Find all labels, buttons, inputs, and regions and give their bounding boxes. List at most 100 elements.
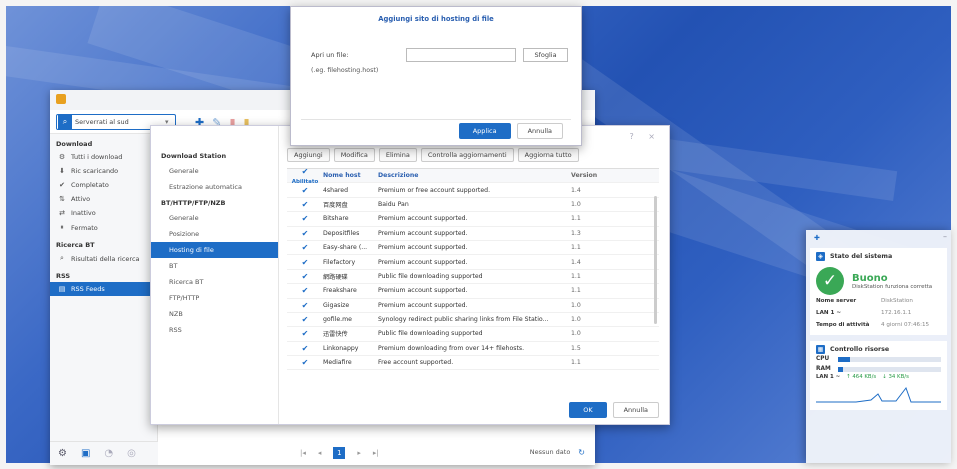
edit-button[interactable]: Modifica [333, 148, 375, 162]
nav-item-bt-general[interactable]: Generale [151, 210, 278, 226]
nav-item-rss[interactable]: RSS [151, 322, 278, 338]
enabled-checkbox[interactable]: ✔ [287, 315, 323, 324]
enabled-checkbox[interactable]: ✔ [287, 243, 323, 252]
dialog-controls[interactable]: ? × [630, 132, 662, 141]
downloading-icon: ⬇ [59, 167, 65, 175]
add-button[interactable]: Aggiungi [287, 148, 330, 162]
table-row[interactable]: ✔ Depositfiles Premium account supported. 1… [287, 227, 659, 241]
table-row[interactable]: ✔ Mediafire Free account supported. 1.1 [287, 356, 659, 371]
hosting-toolbar: Aggiungi Modifica Elimina Controlla aggi… [287, 148, 659, 162]
host-description: Premium account supported. [378, 258, 468, 266]
enabled-checkbox[interactable]: ✔ [287, 329, 323, 338]
enabled-checkbox[interactable]: ✔ [287, 301, 323, 310]
column-version[interactable]: Version [563, 172, 613, 179]
lan-label: LAN 1 ~ [816, 374, 841, 380]
host-version: 1.3 [571, 229, 581, 237]
search-icon[interactable]: ⌕ [58, 115, 72, 129]
rss-icon: ▤ [58, 285, 66, 293]
file-path-input[interactable] [406, 48, 516, 62]
sidebar-item-stopped[interactable]: ⏸ Fermato [50, 220, 157, 235]
nav-item-ftp-http[interactable]: FTP/HTTP [151, 290, 278, 306]
enabled-checkbox[interactable]: ✔ [287, 200, 323, 209]
table-row[interactable]: ✔ gofile.me Synology redirect public shari… [287, 313, 659, 328]
table-row[interactable]: ✔ Gigasize Premium account supported. 1.0 [287, 299, 659, 313]
speed-limit-icon[interactable]: ◔ [104, 448, 113, 459]
update-all-button[interactable]: Aggiorna tutto [517, 148, 579, 162]
table-row[interactable]: ✔ 迅雷快传 Public file downloading supported 1.… [287, 327, 659, 342]
widget-topbar: ✚ – [806, 230, 951, 248]
sidebar-item-label: Ric scaricando [71, 167, 119, 175]
browse-button[interactable]: Sfoglia [523, 48, 568, 62]
pagination: |◂ ◂ 1 ▸ ▸| [300, 447, 379, 459]
host-description: Synology redirect public sharing links f… [378, 316, 549, 324]
sidebar-item-inactive[interactable]: ⇄ Inattivo [50, 206, 157, 220]
column-description[interactable]: Descrizione [378, 172, 563, 179]
sidebar-item-active[interactable]: ⇅ Attivo [50, 192, 157, 206]
host-version: 1.1 [571, 215, 581, 223]
host-description: Premium account supported. [378, 244, 468, 252]
prev-page-icon[interactable]: ◂ [318, 449, 322, 457]
download-station-logo-icon [56, 94, 66, 104]
table-row[interactable]: ✔ 網路硬碟 Public file downloading supported 1.… [287, 270, 659, 285]
apply-button[interactable]: Applica [458, 123, 511, 139]
enabled-checkbox[interactable]: ✔ [287, 358, 323, 367]
host-name: gofile.me [323, 316, 352, 324]
sidebar-header-download: Download [56, 140, 93, 148]
delete-button[interactable]: Elimina [378, 148, 417, 162]
nav-header-download-station: Download Station [161, 152, 227, 160]
cancel-button[interactable]: Annulla [612, 402, 659, 418]
enabled-checkbox[interactable]: ✔ [287, 229, 323, 238]
hint-text: (.eg. filehosting.host) [311, 67, 379, 74]
sidebar-item-label: RSS Feeds [71, 285, 105, 293]
nav-item-file-hosting[interactable]: Hosting di file [151, 242, 278, 258]
host-version: 1.0 [571, 316, 581, 324]
check-updates-button[interactable]: Controlla aggiornamenti [420, 148, 514, 162]
table-row[interactable]: ✔ Bitshare Premium account supported. 1.1 [287, 212, 659, 227]
table-row[interactable]: ✔ 4shared Premium or free account supporte… [287, 183, 659, 198]
pin-icon[interactable]: ✚ [814, 234, 820, 242]
table-row[interactable]: ✔ Linkonappy Premium downloading from over… [287, 342, 659, 357]
cancel-button[interactable]: Annulla [516, 123, 563, 139]
table-row[interactable]: ✔ 百度网盘 Baidu Pan 1.0 [287, 198, 659, 213]
ok-button[interactable]: OK [569, 402, 607, 418]
table-row[interactable]: ✔ Filefactory Premium account supported. 1.… [287, 255, 659, 270]
host-version: 1.0 [571, 200, 581, 208]
nav-item-location[interactable]: Posizione [151, 226, 278, 242]
enabled-checkbox[interactable]: ✔ [287, 344, 323, 353]
sidebar-item-search-results[interactable]: ⌕ Risultati della ricerca [50, 251, 157, 266]
sidebar-item-rss-feeds[interactable]: ▤ RSS Feeds [50, 282, 157, 296]
table-scrollbar[interactable] [654, 196, 657, 324]
nav-item-nzb[interactable]: NZB [151, 306, 278, 322]
table-row[interactable]: ✔ Easy-share (... Premium account supporte… [287, 241, 659, 256]
sidebar-item-all[interactable]: ⚙ Tutti i download [50, 150, 157, 164]
nav-item-auto-extract[interactable]: Estrazione automatica [151, 179, 278, 195]
nav-item-general[interactable]: Generale [151, 163, 278, 179]
next-page-icon[interactable]: ▸ [357, 449, 361, 457]
settings-icon[interactable]: ⚙ [58, 448, 67, 459]
enabled-checkbox[interactable]: ✔ [287, 286, 323, 295]
enabled-checkbox[interactable]: ✔ [287, 214, 323, 223]
host-name: Filefactory [323, 258, 356, 266]
status-bar: Nessun dato ↻ [530, 448, 585, 457]
enabled-checkbox[interactable]: ✔ [287, 272, 323, 281]
enabled-checkbox[interactable]: ✔ [287, 258, 323, 267]
column-enabled[interactable]: ✔ Abilitato [287, 167, 323, 185]
sidebar-header-rss: RSS [56, 272, 71, 280]
sidebar-item-completed[interactable]: ✔ Completato [50, 178, 157, 192]
sidebar-item-downloading[interactable]: ⬇ Ric scaricando [50, 164, 157, 178]
enabled-checkbox[interactable]: ✔ [287, 186, 323, 195]
download-folder-icon[interactable]: ▣ [81, 448, 90, 459]
host-description: Premium or free account supported. [378, 186, 491, 194]
column-host-name[interactable]: Nome host [323, 172, 378, 179]
page-number[interactable]: 1 [333, 447, 346, 459]
nav-item-bt-search[interactable]: Ricerca BT [151, 274, 278, 290]
info-row: LAN 1 ~ 172.16.1.1 [816, 307, 941, 319]
table-row[interactable]: ✔ Freakshare Premium account supported. 1.1 [287, 284, 659, 299]
last-page-icon[interactable]: ▸| [373, 449, 379, 457]
sidebar-item-label: Attivo [71, 195, 91, 203]
first-page-icon[interactable]: |◂ [300, 449, 306, 457]
nav-item-bt[interactable]: BT [151, 258, 278, 274]
refresh-icon[interactable]: ↻ [578, 448, 585, 457]
scheduler-icon[interactable]: ◎ [127, 448, 136, 459]
minimize-icon[interactable]: – [943, 232, 947, 241]
